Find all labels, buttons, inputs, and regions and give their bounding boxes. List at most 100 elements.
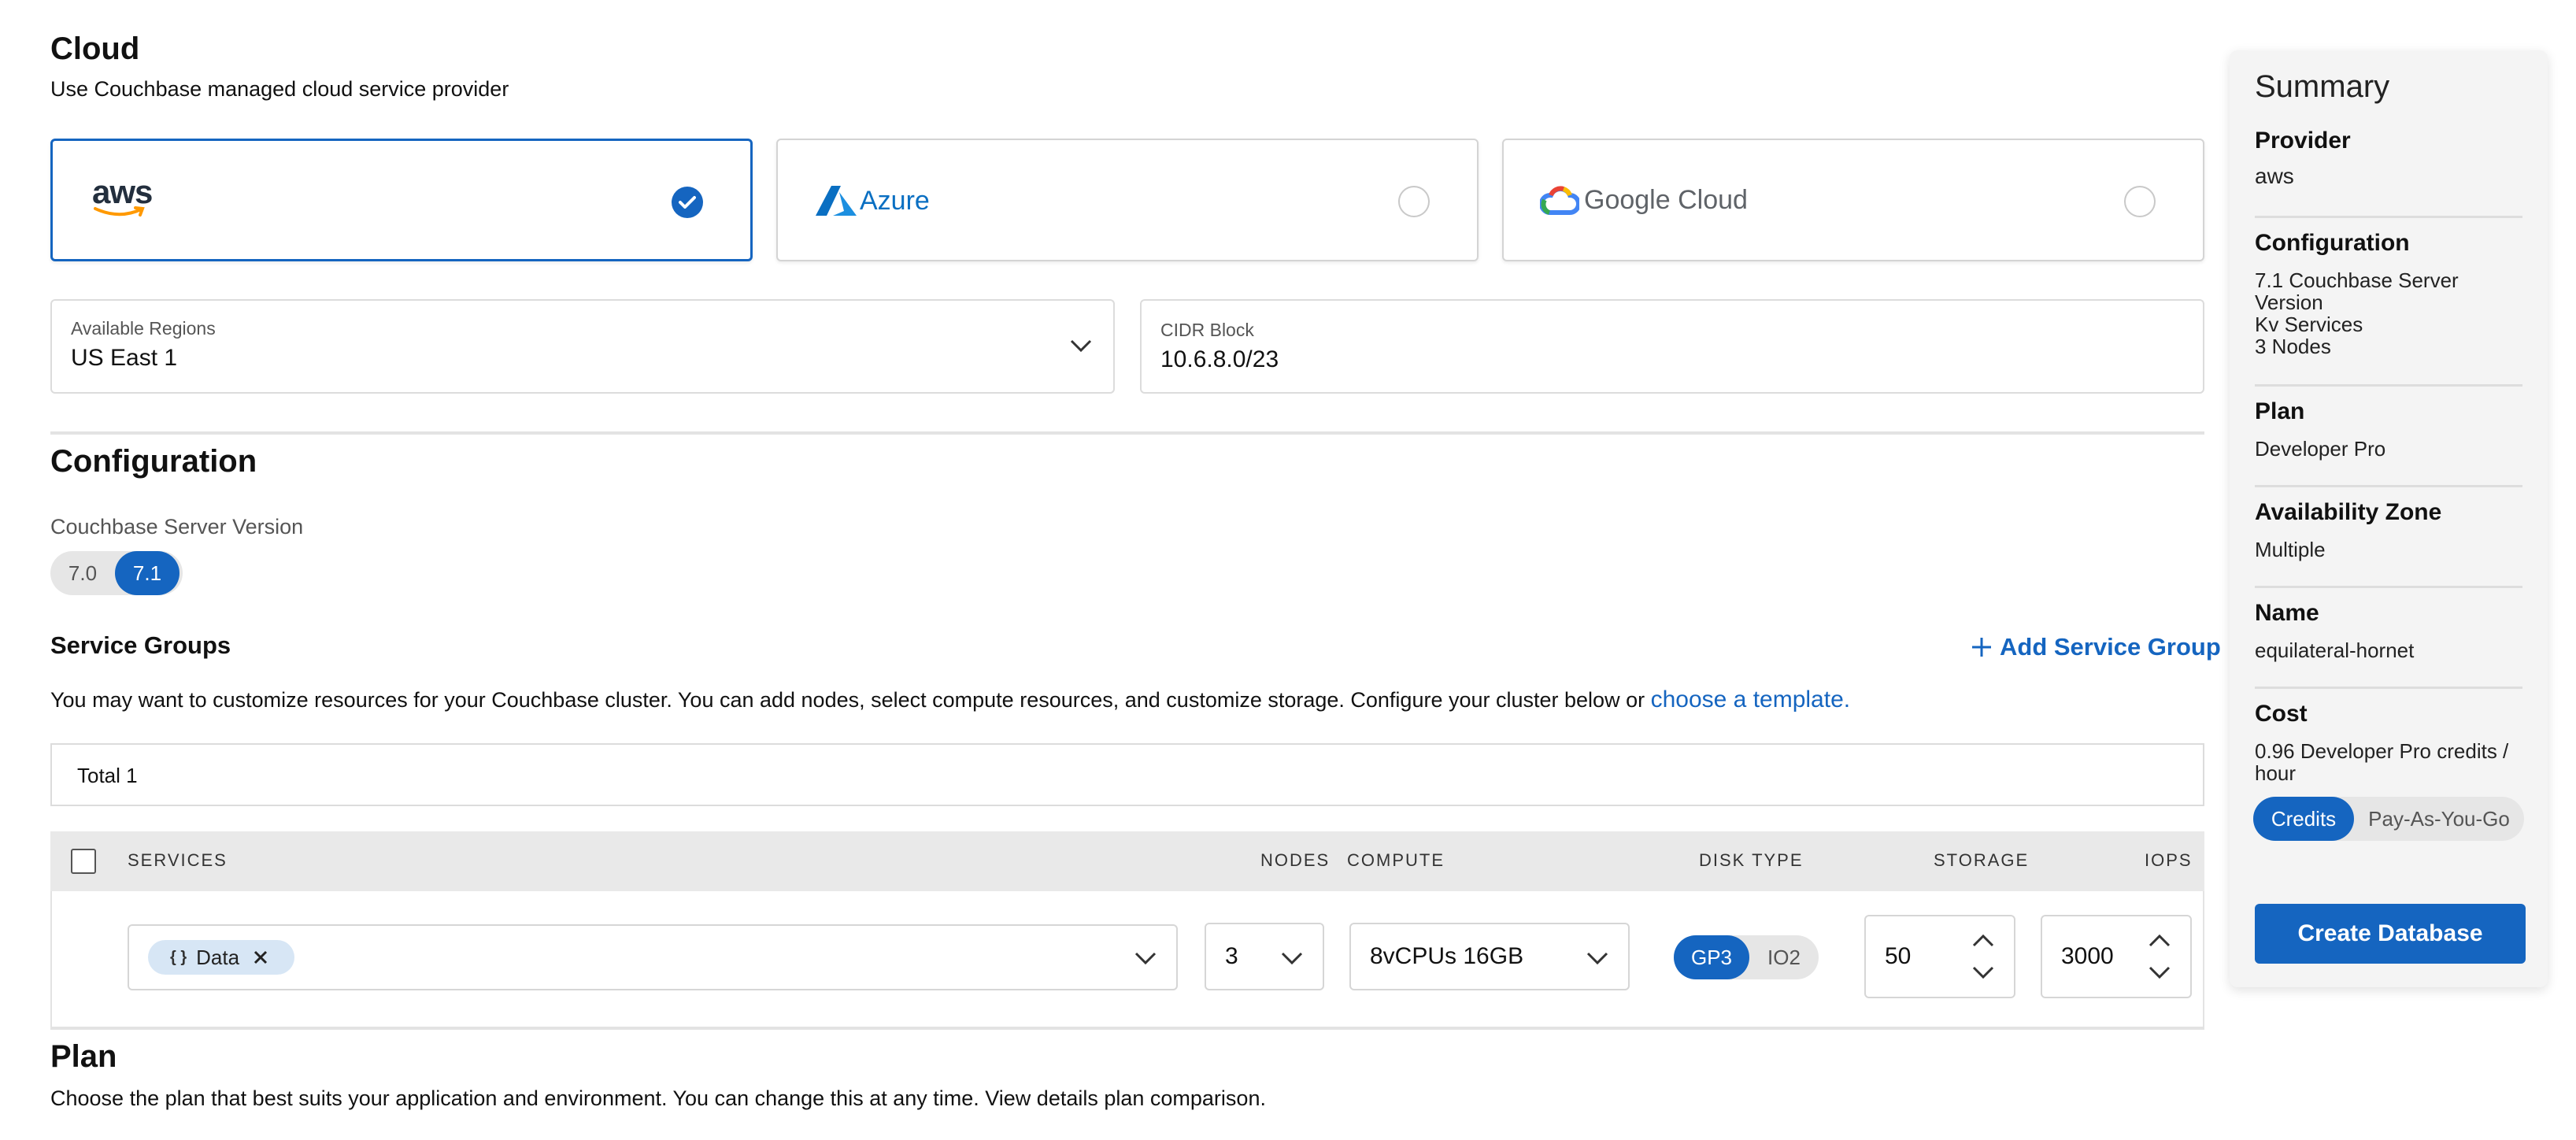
azure-logo: Azure [816, 184, 930, 217]
service-groups-description-text: You may want to customize resources for … [50, 688, 1645, 712]
google-radio[interactable] [2124, 186, 2156, 217]
service-group-row: { } Data 3 8vCPUs 16GB GP3 IO2 50 3000 [50, 891, 2204, 1030]
summary-divider [2255, 586, 2522, 588]
aws-logo: aws [92, 173, 153, 217]
google-cloud-logo: Google Cloud [1540, 184, 1748, 216]
provider-card-google[interactable]: Google Cloud [1502, 139, 2204, 261]
google-cloud-icon [1540, 186, 1579, 215]
billing-option-pay-as-you-go[interactable]: Pay-As-You-Go [2354, 797, 2524, 841]
google-cloud-logo-text: Google Cloud [1584, 184, 1748, 215]
configuration-heading: Configuration [50, 444, 257, 479]
nodes-value: 3 [1225, 943, 1238, 969]
summary-cost-line-1: 0.96 Developer Pro credits / [2255, 739, 2509, 763]
summary-divider [2255, 687, 2522, 689]
cidr-label: CIDR Block [1160, 320, 1254, 340]
column-iops: IOPS [2145, 850, 2193, 870]
storage-value: 50 [1885, 943, 1912, 969]
chevron-down-icon [1070, 339, 1092, 353]
service-tag-label: Data [196, 945, 240, 969]
provider-card-azure[interactable]: Azure [776, 139, 1479, 261]
summary-name-label: Name [2255, 600, 2319, 626]
summary-divider [2255, 384, 2522, 387]
server-version-toggle: 7.0 7.1 [50, 551, 183, 595]
summary-configuration-line-2: Version [2255, 291, 2323, 314]
version-option-7-1[interactable]: 7.1 [115, 551, 180, 595]
summary-configuration-label: Configuration [2255, 230, 2410, 256]
compute-value: 8vCPUs 16GB [1370, 943, 1524, 969]
azure-icon [816, 186, 857, 216]
summary-cost-line-2: hour [2255, 761, 2297, 785]
total-bar: Total 1 [50, 743, 2204, 806]
server-version-label: Couchbase Server Version [50, 515, 304, 539]
service-groups-description: You may want to customize resources for … [50, 687, 1850, 713]
region-value: US East 1 [71, 345, 178, 371]
disk-type-io2[interactable]: IO2 [1749, 935, 1819, 979]
cidr-value: 10.6.8.0/23 [1160, 346, 1279, 372]
summary-az-value: Multiple [2255, 538, 2326, 561]
column-nodes: NODES [1260, 850, 1331, 870]
services-select[interactable]: { } Data [128, 924, 1178, 990]
plan-heading: Plan [50, 1039, 117, 1074]
summary-cost-label: Cost [2255, 701, 2308, 727]
summary-name-value: equilateral-hornet [2255, 638, 2415, 662]
compute-select[interactable]: 8vCPUs 16GB [1349, 923, 1630, 990]
disk-type-toggle: GP3 IO2 [1674, 935, 1819, 979]
cloud-heading: Cloud [50, 31, 140, 66]
total-count: Total 1 [77, 764, 138, 787]
column-compute: COMPUTE [1347, 850, 1445, 870]
summary-divider [2255, 216, 2522, 218]
service-table-header: SERVICES NODES COMPUTE DISK TYPE STORAGE… [50, 831, 2204, 891]
aws-logo-text: aws [92, 173, 153, 210]
summary-configuration-line-1: 7.1 Couchbase Server [2255, 268, 2459, 292]
cloud-subtitle: Use Couchbase managed cloud service prov… [50, 77, 509, 101]
choose-template-link[interactable]: choose a template. [1651, 687, 1851, 712]
summary-plan-label: Plan [2255, 398, 2305, 424]
close-icon[interactable] [254, 950, 268, 964]
chevron-down-icon[interactable] [2148, 965, 2171, 979]
plus-icon [1972, 638, 1991, 657]
braces-icon: { } [170, 948, 187, 966]
chevron-up-icon[interactable] [1971, 934, 1995, 948]
service-groups-heading: Service Groups [50, 631, 231, 659]
region-select[interactable]: Available Regions US East 1 [50, 299, 1115, 394]
column-disk-type: DISK TYPE [1699, 850, 1804, 870]
summary-provider-value: aws [2255, 164, 2294, 188]
version-option-7-0[interactable]: 7.0 [50, 551, 115, 595]
add-service-group-button[interactable]: Add Service Group [1970, 633, 2221, 661]
cidr-block-field[interactable]: CIDR Block 10.6.8.0/23 [1140, 299, 2204, 394]
disk-type-gp3[interactable]: GP3 [1674, 935, 1749, 979]
iops-value: 3000 [2061, 943, 2114, 969]
azure-radio[interactable] [1398, 186, 1430, 217]
column-storage: STORAGE [1934, 850, 2030, 870]
aws-radio-checked[interactable] [672, 187, 703, 218]
section-divider [50, 1027, 2204, 1030]
create-database-button[interactable]: Create Database [2255, 904, 2526, 964]
billing-toggle: Credits Pay-As-You-Go [2253, 797, 2524, 841]
chevron-up-icon[interactable] [2148, 934, 2171, 948]
select-all-checkbox[interactable] [71, 849, 96, 874]
service-tag-data: { } Data [148, 940, 294, 975]
chevron-down-icon [1586, 952, 1608, 965]
summary-divider [2255, 485, 2522, 487]
nodes-select[interactable]: 3 [1205, 923, 1324, 990]
azure-logo-text: Azure [860, 185, 930, 216]
chevron-down-icon [1134, 952, 1157, 965]
summary-plan-value: Developer Pro [2255, 437, 2386, 461]
region-label: Available Regions [71, 318, 216, 339]
plan-description: Choose the plan that best suits your app… [50, 1086, 1266, 1110]
section-divider [50, 431, 2204, 435]
summary-title: Summary [2255, 69, 2390, 104]
billing-option-credits[interactable]: Credits [2253, 797, 2354, 841]
chevron-down-icon [1281, 952, 1303, 965]
summary-configuration-line-4: 3 Nodes [2255, 335, 2331, 358]
summary-az-label: Availability Zone [2255, 499, 2442, 525]
iops-stepper[interactable]: 3000 [2041, 915, 2192, 998]
chevron-down-icon[interactable] [1971, 965, 1995, 979]
storage-stepper[interactable]: 50 [1864, 915, 2015, 998]
add-service-group-label: Add Service Group [2000, 633, 2221, 661]
summary-configuration-line-3: Kv Services [2255, 313, 2363, 336]
summary-provider-label: Provider [2255, 128, 2351, 154]
column-services: SERVICES [128, 850, 228, 870]
summary-panel: Summary Provider aws Configuration 7.1 C… [2230, 50, 2548, 987]
provider-card-aws[interactable]: aws [50, 139, 753, 261]
